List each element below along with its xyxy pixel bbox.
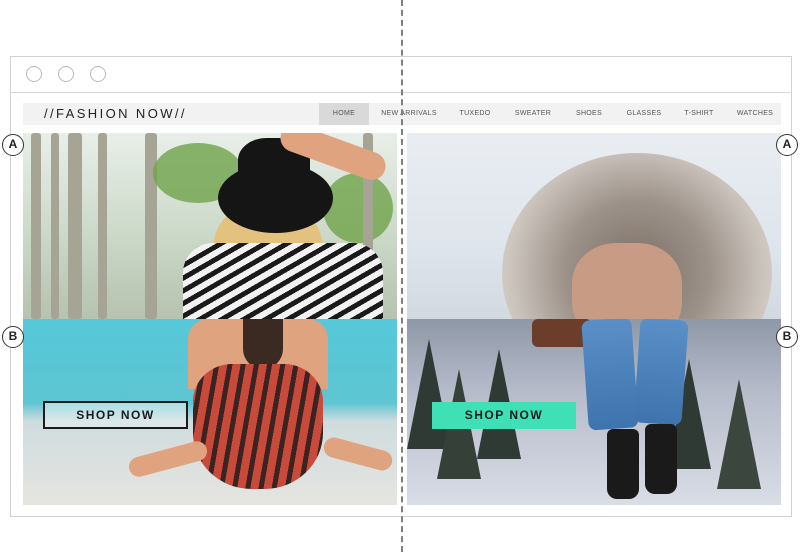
nav-item-sweater[interactable]: SWEATER [506, 103, 560, 125]
nav-item-watches[interactable]: WATCHES [729, 103, 781, 125]
nav-item-new-arrivals[interactable]: NEW ARRIVALS [374, 103, 444, 125]
window-control-minimize-icon[interactable] [58, 66, 74, 82]
marker-a-right: A [776, 134, 798, 156]
window-control-close-icon[interactable] [26, 66, 42, 82]
comparison-divider [401, 0, 403, 552]
shop-now-button-filled[interactable]: SHOP NOW [432, 402, 576, 429]
nav-item-t-shirt[interactable]: T-SHIRT [675, 103, 723, 125]
marker-a-left: A [2, 134, 24, 156]
marker-b-right: B [776, 326, 798, 348]
window-control-maximize-icon[interactable] [90, 66, 106, 82]
nav-item-home[interactable]: HOME [319, 103, 369, 125]
marker-b-left: B [2, 326, 24, 348]
nav-item-shoes[interactable]: SHOES [567, 103, 611, 125]
site-logo[interactable]: //FASHION NOW// [44, 106, 187, 121]
shop-now-button-outline[interactable]: SHOP NOW [43, 401, 188, 429]
nav-item-glasses[interactable]: GLASSES [619, 103, 669, 125]
nav-item-tuxedo[interactable]: TUXEDO [451, 103, 499, 125]
hero-photo-fur-hood[interactable] [407, 133, 781, 319]
hero-photo-hat-woman[interactable] [23, 133, 397, 319]
